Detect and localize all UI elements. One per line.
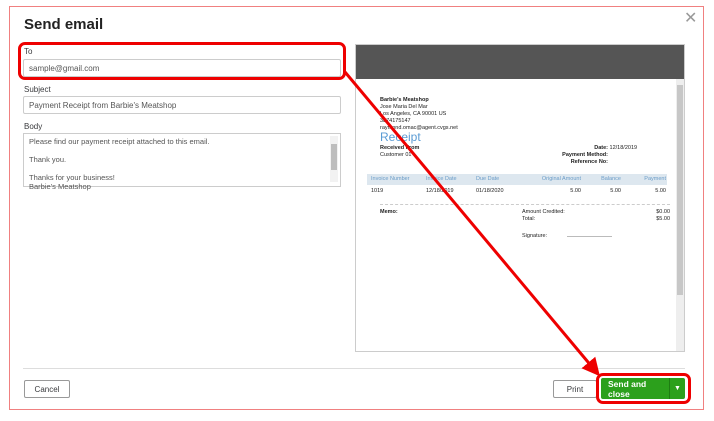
total-label: Total: (522, 216, 536, 222)
phone: 3874175147 (380, 118, 411, 124)
date-label: Date: (594, 145, 608, 151)
receipt-title: Receipt (380, 130, 421, 144)
body-line: Thanks for your business! (29, 173, 115, 182)
dialog-title: Send email (24, 16, 104, 33)
receipt-document: Barbie's Meatshop Jose Maria Del Mar Los… (367, 97, 670, 240)
print-button[interactable]: Print (553, 380, 597, 398)
receipt-preview: Barbie's Meatshop Jose Maria Del Mar Los… (355, 44, 685, 352)
annotation-box-send (596, 373, 691, 404)
signature-label: Signature: (522, 233, 548, 239)
customer-name: Customer 01 (380, 152, 412, 158)
body-line: Thank you. (29, 155, 67, 164)
body-line (29, 164, 335, 173)
body-textarea[interactable]: Please find our payment receipt attached… (23, 133, 341, 191)
address-line: Jose Maria Del Mar (380, 104, 428, 110)
invoice-table: Invoice Number Invoice Date Due Date Origin… (367, 174, 667, 198)
body-line: Please find our payment receipt attached… (29, 137, 210, 146)
amount-credited: $0.00 (656, 209, 670, 215)
company-name: Barbie's Meatshop (380, 97, 429, 103)
table-header: Invoice Number Invoice Date Due Date Origin… (367, 174, 667, 185)
email: raymond.omac@agent.cvgs.net (380, 125, 458, 131)
body-line (29, 146, 335, 155)
body-scrollbar[interactable] (330, 136, 338, 182)
annotation-box-to (18, 42, 346, 80)
date-value: 12/18/2019 (609, 145, 638, 151)
subject-input[interactable]: Payment Receipt from Barbie's Meatshop (23, 96, 341, 114)
payment-method-label: Payment Method: (562, 152, 608, 158)
received-from-label: Received From (380, 145, 420, 151)
amount-credited-label: Amount Credited: (522, 209, 565, 215)
table-row: 1019 12/18/2019 01/18/2020 5.00 5.00 5.00 (371, 188, 666, 194)
body-label: Body (24, 122, 43, 131)
preview-scrollbar[interactable] (676, 79, 684, 351)
reference-label: Reference No: (570, 159, 608, 165)
address-line: Los Angeles, CA 90001 US (380, 111, 447, 117)
subject-label: Subject (24, 85, 51, 94)
close-icon[interactable]: ✕ (684, 8, 697, 28)
body-line: Barbie's Meatshop (29, 182, 91, 191)
footer-divider (23, 368, 685, 369)
memo-label: Memo: (380, 209, 398, 215)
cancel-button[interactable]: Cancel (24, 380, 70, 398)
preview-toolbar (356, 45, 684, 79)
total: $5.00 (656, 216, 670, 222)
